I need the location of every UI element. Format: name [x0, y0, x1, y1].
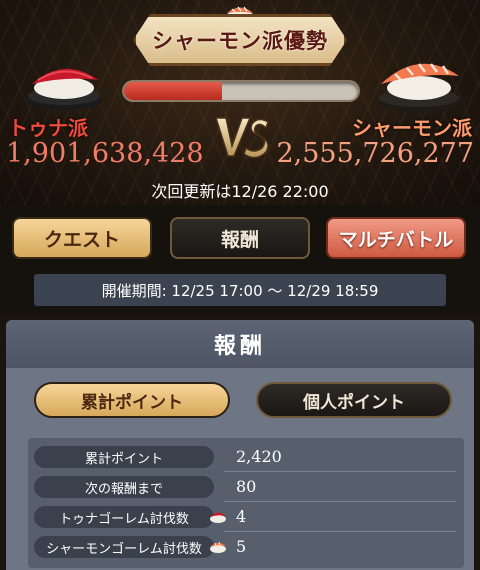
- personal-points-button-label: 個人ポイント: [303, 392, 405, 413]
- event-period-text: 開催期間: 12/25 17:00 〜 12/29 18:59: [101, 281, 379, 300]
- stat-label: 次の報酬まで: [34, 476, 214, 498]
- stat-value: 5: [236, 537, 247, 556]
- tab-multi-battle-label: マルチバトル: [338, 228, 454, 251]
- salmon-sushi-icon: [377, 63, 461, 112]
- stat-divider: [224, 501, 456, 502]
- vs-emblem: [214, 117, 269, 159]
- personal-points-button[interactable]: 個人ポイント: [256, 382, 452, 418]
- total-points-button[interactable]: 累計ポイント: [34, 382, 230, 418]
- tuna-score: 1,901,638,428: [6, 138, 204, 169]
- tab-bar: クエスト 報酬 マルチバトル 開催期間: 12/25 17:00 〜 12/29…: [0, 205, 480, 315]
- banner-title: シャーモン派優勢: [152, 28, 328, 53]
- stat-value: 4: [236, 507, 247, 526]
- tab-reward[interactable]: 報酬: [170, 217, 310, 259]
- stat-value: 2,420: [236, 447, 282, 466]
- total-points-button-label: 累計ポイント: [81, 392, 183, 413]
- tab-quest-label: クエスト: [43, 228, 120, 251]
- reward-panel: 報酬 累計ポイント 個人ポイント 累計ポイント 2,420 次の報酬まで 80 …: [6, 320, 474, 570]
- stat-value: 80: [236, 477, 257, 496]
- next-update-text: 次回更新は12/26 22:00: [151, 182, 329, 201]
- stat-divider: [224, 471, 456, 472]
- stat-row-next-reward: 次の報酬まで 80: [28, 476, 464, 502]
- stats-table: 累計ポイント 2,420 次の報酬まで 80 トゥナゴーレム討伐数 4 シャーモ…: [28, 438, 464, 568]
- status-banner: シャーモン派優勢: [133, 14, 347, 66]
- stat-row-salmon-golem: シャーモンゴーレム討伐数 5: [28, 536, 464, 562]
- salmon-sushi-icon: [210, 541, 226, 553]
- stat-label: トゥナゴーレム討伐数: [34, 506, 214, 528]
- battle-header: シャーモン派優勢 トゥナ派 シャーモン派 1,901,638,428 2,555…: [0, 0, 480, 205]
- stat-row-total-points: 累計ポイント 2,420: [28, 446, 464, 472]
- salmon-score: 2,555,726,277: [276, 138, 474, 169]
- gauge-fill-tuna: [124, 82, 223, 100]
- reward-panel-title: 報酬: [213, 334, 266, 359]
- faction-gauge: [122, 80, 360, 102]
- tab-multi-battle[interactable]: マルチバトル: [326, 217, 466, 259]
- tuna-sushi-icon: [210, 512, 226, 523]
- tab-reward-label: 報酬: [220, 228, 259, 251]
- stat-label: シャーモンゴーレム討伐数: [34, 536, 214, 558]
- stat-label: 累計ポイント: [34, 446, 214, 468]
- tuna-faction-label: トゥナ派: [8, 116, 88, 140]
- stat-divider: [224, 531, 456, 532]
- tuna-sushi-icon: [26, 68, 102, 110]
- reward-panel-header: 報酬: [6, 320, 474, 368]
- event-period: 開催期間: 12/25 17:00 〜 12/29 18:59: [34, 274, 446, 306]
- tab-quest[interactable]: クエスト: [12, 217, 152, 259]
- stat-row-tuna-golem: トゥナゴーレム討伐数 4: [28, 506, 464, 532]
- salmon-faction-label: シャーモン派: [352, 116, 472, 140]
